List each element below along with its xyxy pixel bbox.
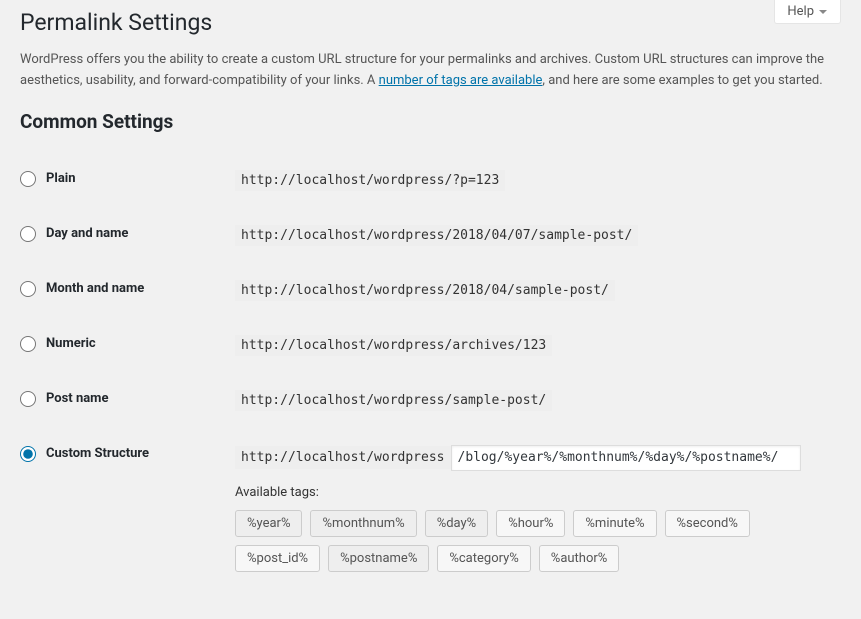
custom-prefix: http://localhost/wordpress xyxy=(235,446,451,469)
common-settings-heading: Common Settings xyxy=(20,110,841,133)
url-post-name: http://localhost/wordpress/sample-post/ xyxy=(235,390,552,411)
chevron-down-icon xyxy=(818,7,828,17)
label-post-name[interactable]: Post name xyxy=(46,391,108,406)
tag-button[interactable]: %year% xyxy=(235,510,302,537)
label-custom[interactable]: Custom Structure xyxy=(46,446,149,461)
help-button[interactable]: Help xyxy=(774,0,841,24)
radio-month-name[interactable] xyxy=(20,281,36,297)
url-month-name: http://localhost/wordpress/2018/04/sampl… xyxy=(235,280,615,301)
option-plain: Plain http://localhost/wordpress/?p=123 xyxy=(20,153,841,208)
label-plain[interactable]: Plain xyxy=(46,171,76,186)
radio-plain[interactable] xyxy=(20,171,36,187)
option-custom: Custom Structure http://localhost/wordpr… xyxy=(20,428,841,589)
option-post-name: Post name http://localhost/wordpress/sam… xyxy=(20,373,841,428)
radio-custom[interactable] xyxy=(20,446,36,462)
tag-button[interactable]: %second% xyxy=(665,510,750,537)
tag-button[interactable]: %post_id% xyxy=(235,545,320,572)
tag-button[interactable]: %monthnum% xyxy=(310,510,416,537)
available-tags-label: Available tags: xyxy=(235,485,841,500)
tag-button[interactable]: %minute% xyxy=(573,510,656,537)
help-label: Help xyxy=(787,4,814,19)
label-month-name[interactable]: Month and name xyxy=(46,281,144,296)
radio-post-name[interactable] xyxy=(20,391,36,407)
label-numeric[interactable]: Numeric xyxy=(46,336,96,351)
option-day-name: Day and name http://localhost/wordpress/… xyxy=(20,208,841,263)
option-month-name: Month and name http://localhost/wordpres… xyxy=(20,263,841,318)
tag-button[interactable]: %postname% xyxy=(328,545,429,572)
radio-numeric[interactable] xyxy=(20,336,36,352)
page-title: Permalink Settings xyxy=(20,0,841,40)
intro-text: WordPress offers you the ability to crea… xyxy=(20,50,841,92)
tag-buttons: %year% %monthnum% %day% %hour% %minute% %seco… xyxy=(235,510,841,572)
tag-button[interactable]: %category% xyxy=(437,545,530,572)
url-numeric: http://localhost/wordpress/archives/123 xyxy=(235,335,552,356)
url-day-name: http://localhost/wordpress/2018/04/07/sa… xyxy=(235,225,638,246)
option-numeric: Numeric http://localhost/wordpress/archi… xyxy=(20,318,841,373)
tags-doc-link[interactable]: number of tags are available xyxy=(379,73,543,88)
tag-button[interactable]: %author% xyxy=(539,545,620,572)
tag-button[interactable]: %day% xyxy=(425,510,489,537)
radio-day-name[interactable] xyxy=(20,226,36,242)
custom-structure-input[interactable] xyxy=(451,445,801,471)
label-day-name[interactable]: Day and name xyxy=(46,226,128,241)
url-plain: http://localhost/wordpress/?p=123 xyxy=(235,170,505,191)
tag-button[interactable]: %hour% xyxy=(496,510,565,537)
